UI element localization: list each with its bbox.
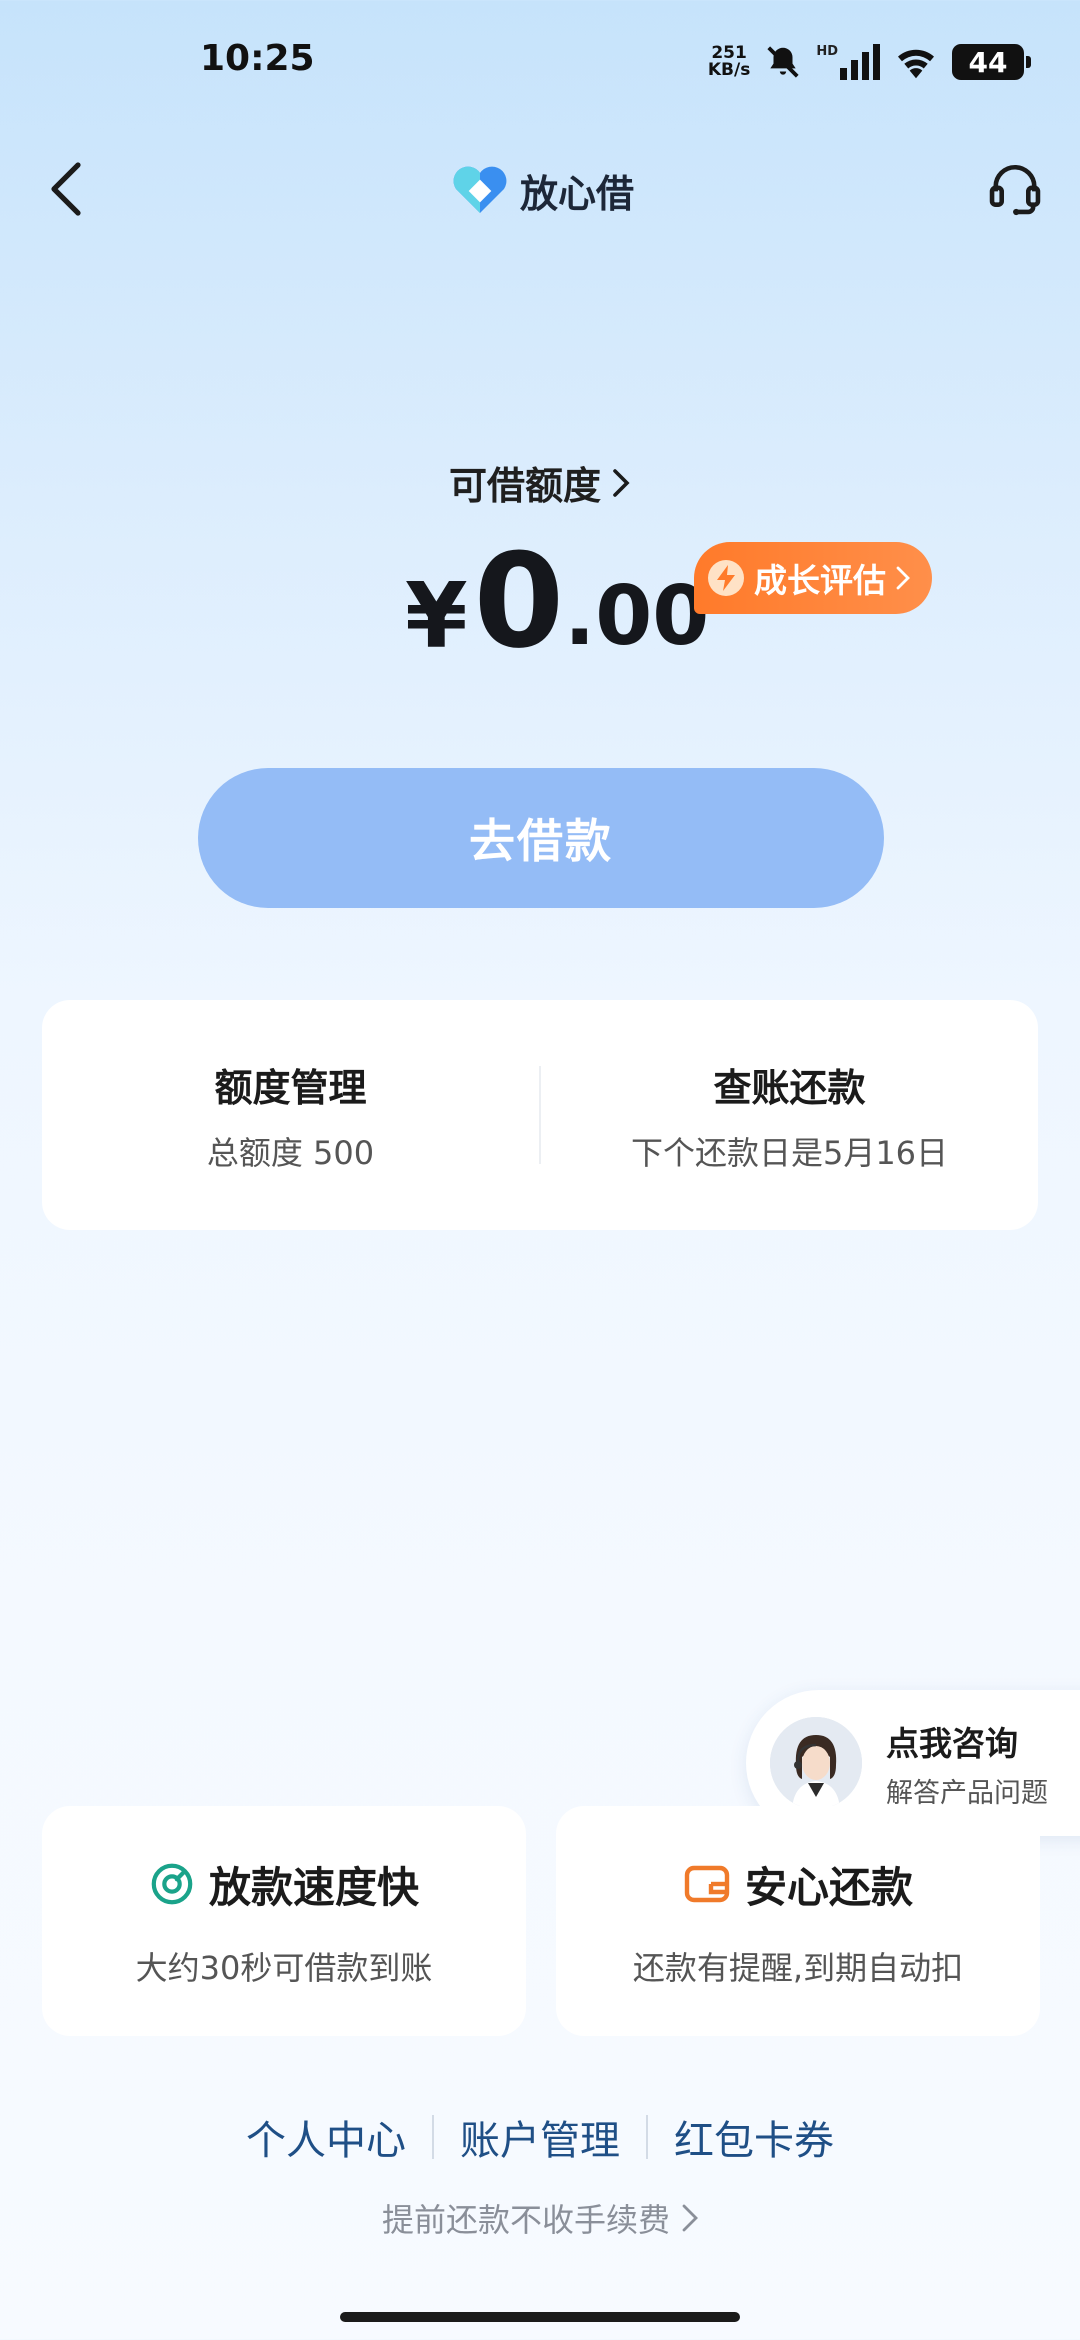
total-credit-text: 总额度 500 xyxy=(206,1133,375,1172)
lightning-icon xyxy=(708,560,744,596)
chevron-right-icon xyxy=(896,566,910,590)
next-repayment-text: 下个还款日是5月16日 xyxy=(630,1133,949,1172)
credit-label-link[interactable]: 可借额度 xyxy=(0,455,1080,510)
status-time: 10:25 xyxy=(200,38,315,79)
wifi-icon xyxy=(898,49,934,79)
status-bar: 10:25 251 KB/s HD 44 xyxy=(0,0,1080,120)
bottom-links: 个人中心 账户管理 红包卡券 xyxy=(0,2108,1080,2166)
agent-avatar xyxy=(770,1717,862,1809)
feature-subtitle: 还款有提醒,到期自动扣 xyxy=(632,1948,964,1987)
back-button[interactable] xyxy=(36,156,96,222)
credit-management-entry[interactable]: 额度管理 总额度 500 xyxy=(42,1057,539,1174)
credit-management-title: 额度管理 xyxy=(214,1065,367,1110)
feature-subtitle: 大约30秒可借款到账 xyxy=(135,1948,433,1987)
feature-title: 安心还款 xyxy=(744,1862,913,1912)
brand: 放心借 xyxy=(452,160,634,220)
feature-title: 放款速度快 xyxy=(208,1862,419,1912)
chevron-left-icon xyxy=(51,162,81,216)
early-repayment-link[interactable]: 提前还款不收手续费 xyxy=(0,2195,1080,2241)
consult-subtitle: 解答产品问题 xyxy=(886,1777,1048,1809)
mute-bell-icon xyxy=(767,46,799,78)
brand-logo-icon xyxy=(453,166,507,213)
customer-service-button[interactable] xyxy=(980,154,1050,224)
credit-label: 可借额度 xyxy=(448,464,601,508)
account-management-card: 额度管理 总额度 500 查账还款 下个还款日是5月16日 xyxy=(42,1000,1038,1230)
growth-assessment-button[interactable]: 成长评估 xyxy=(694,542,932,614)
bill-repayment-entry[interactable]: 查账还款 下个还款日是5月16日 xyxy=(541,1057,1038,1174)
feature-card-safe-repayment: 安心还款 还款有提醒,到期自动扣 xyxy=(556,1806,1040,2036)
headset-icon xyxy=(989,165,1041,216)
consult-title: 点我咨询 xyxy=(886,1723,1018,1763)
wallet-icon xyxy=(684,1865,730,1903)
amount-integer: 0 xyxy=(473,525,565,677)
bill-repayment-title: 查账还款 xyxy=(713,1065,866,1110)
signal-icon: HD xyxy=(816,44,880,80)
battery-icon: 44 xyxy=(952,44,1031,80)
link-coupons[interactable]: 红包卡券 xyxy=(648,2108,860,2166)
amount-decimal: .00 xyxy=(564,569,710,664)
chevron-right-icon xyxy=(682,2204,698,2232)
top-nav: 放心借 xyxy=(0,150,1080,230)
speedometer-icon xyxy=(151,1863,193,1905)
link-personal-center[interactable]: 个人中心 xyxy=(220,2108,432,2166)
status-icons: 251 KB/s HD 44 xyxy=(707,38,1031,86)
growth-assessment-label: 成长评估 xyxy=(754,561,886,600)
chevron-right-icon xyxy=(613,468,630,497)
borrow-button[interactable]: 去借款 xyxy=(198,768,884,908)
brand-name: 放心借 xyxy=(520,171,635,216)
link-account-management[interactable]: 账户管理 xyxy=(434,2108,646,2166)
net-speed: 251 KB/s xyxy=(707,43,751,80)
feature-card-fast-loan: 放款速度快 大约30秒可借款到账 xyxy=(42,1806,526,2036)
early-repayment-text: 提前还款不收手续费 xyxy=(381,2201,670,2239)
currency-symbol: ¥ xyxy=(405,564,468,669)
credit-amount: ¥ 0 .00 xyxy=(405,525,710,677)
home-indicator[interactable] xyxy=(340,2312,740,2322)
